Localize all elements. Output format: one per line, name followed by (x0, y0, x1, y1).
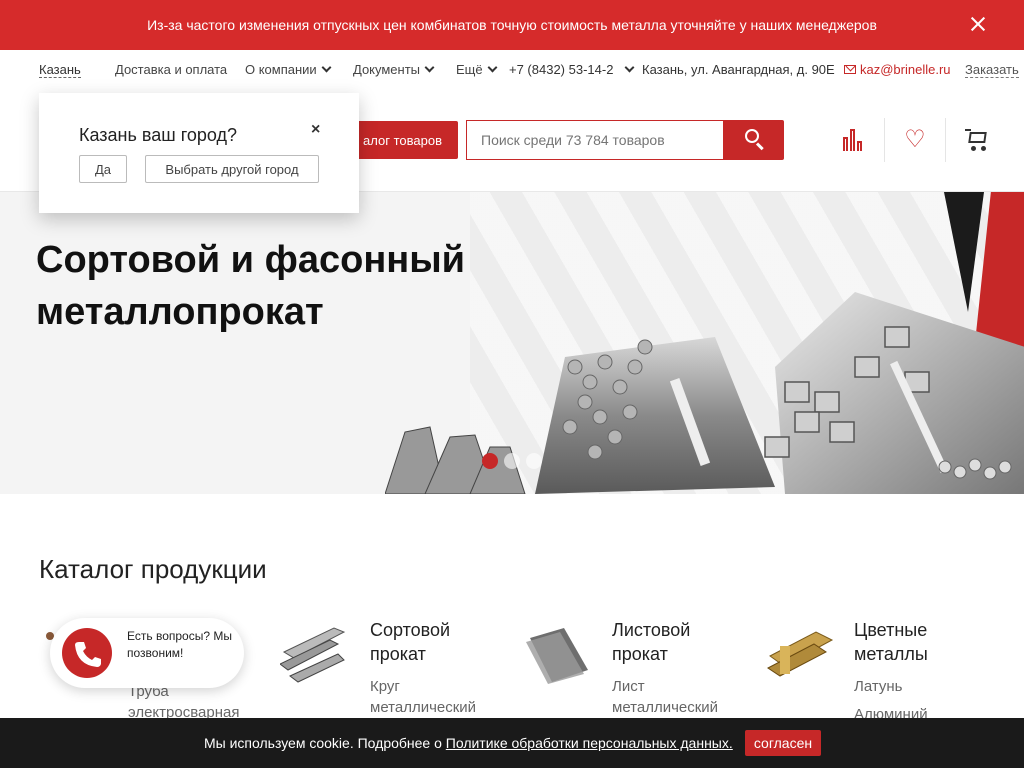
catalog-item-name: Цветные (854, 620, 928, 640)
compare-bar (857, 141, 862, 151)
order-call-link[interactable]: Заказать (965, 62, 1019, 78)
nav-address: Казань, ул. Авангардная, д. 90Е (642, 62, 835, 77)
phone-icon (75, 642, 101, 667)
compare-icon[interactable] (841, 127, 867, 153)
banner-text: Из-за частого изменения отпускных цен ко… (147, 17, 877, 33)
search-icon (745, 129, 759, 143)
catalog-item-name: прокат (612, 644, 668, 664)
divider (884, 118, 885, 162)
nav-delivery[interactable]: Доставка и оплата (115, 62, 227, 77)
cart-icon[interactable] (965, 127, 991, 153)
metal-products-image (385, 292, 1024, 494)
long-products-image (280, 627, 346, 683)
choose-other-city-button[interactable]: Выбрать другой город (145, 155, 319, 183)
callback-button[interactable] (62, 628, 112, 678)
catalog-item-name: Листовой (612, 620, 691, 640)
nav-more[interactable]: Ещё (456, 62, 498, 77)
chevron-down-icon (624, 62, 635, 73)
nav-more-label: Ещё (456, 62, 483, 77)
top-nav: Казань Доставка и оплата О компании Доку… (0, 50, 1024, 90)
city-confirm-popup: Казань ваш город? × Да Выбрать другой го… (39, 93, 359, 213)
hero-slider[interactable]: Сортовой и фасонный металлопрокат (0, 192, 1024, 494)
divider (945, 118, 946, 162)
catalog-item-sub[interactable]: Круг (370, 676, 400, 697)
favorites-heart-icon[interactable]: ♡ (902, 127, 928, 153)
slider-dot-2[interactable] (504, 453, 520, 469)
phone-dropdown[interactable] (620, 62, 635, 77)
popup-close-icon[interactable]: × (311, 121, 320, 139)
rebar-bundle (535, 337, 775, 494)
city-yes-button[interactable]: Да (79, 155, 127, 183)
cookie-agree-button[interactable]: согласен (745, 730, 821, 756)
nav-about-label: О компании (245, 62, 317, 77)
chevron-down-icon (487, 62, 498, 73)
privacy-policy-link[interactable]: Политике обработки персональных данных. (446, 735, 733, 751)
catalog-item-name: металлы (854, 644, 928, 664)
chevron-down-icon (321, 62, 332, 73)
cart-icon-wheel (981, 146, 986, 151)
top-banner: Из-за частого изменения отпускных цен ко… (0, 0, 1024, 50)
search-icon-handle (755, 142, 764, 151)
catalog-item-sub[interactable]: металлический (612, 697, 718, 718)
cart-icon-basket (968, 132, 987, 143)
hero-title-line1: Сортовой и фасонный (36, 239, 466, 281)
cart-icon-handle (965, 129, 971, 131)
chevron-down-icon (424, 62, 435, 73)
catalog-item-sub[interactable]: Латунь (854, 676, 903, 697)
profile-bundle (764, 292, 1024, 494)
banner-close-icon[interactable] (968, 14, 988, 34)
email-label: kaz@brinelle.ru (860, 62, 951, 77)
mail-icon (844, 65, 856, 74)
sheet-metal-image (526, 628, 588, 684)
search-button[interactable] (723, 120, 784, 160)
catalog-title: Каталог продукции (39, 554, 267, 584)
search-input[interactable] (466, 120, 724, 160)
callback-widget[interactable]: Есть вопросы? Мы позвоним! (50, 618, 244, 688)
cookie-bar: Мы используем cookie. Подробнее о Полити… (0, 718, 1024, 768)
city-question: Казань ваш город? (79, 125, 238, 145)
cart-icon-wheel (971, 146, 976, 151)
nav-about[interactable]: О компании (245, 62, 332, 77)
catalog-item-name: прокат (370, 644, 426, 664)
cookie-text: Мы используем cookie. Подробнее о (204, 735, 446, 751)
nav-phone[interactable]: +7 (8432) 53-14-2 (509, 62, 613, 77)
catalog-item-sub[interactable]: Лист (612, 676, 645, 697)
cookie-message: Мы используем cookie. Подробнее о Полити… (204, 735, 733, 751)
city-link[interactable]: Казань (39, 62, 81, 78)
catalog-item-name: Сортовой (370, 620, 451, 640)
nav-email[interactable]: kaz@brinelle.ru (844, 62, 951, 77)
compare-bar (850, 129, 855, 151)
nav-docs-label: Документы (353, 62, 421, 77)
callback-text: Есть вопросы? Мы позвоним! (127, 629, 232, 660)
compare-bar (843, 137, 848, 151)
hero-title-line2: металлопрокат (36, 291, 324, 333)
slider-dot-1[interactable] (482, 453, 498, 469)
nonferrous-metals-image (767, 631, 834, 677)
nav-docs[interactable]: Документы (353, 62, 435, 77)
slider-dots (482, 453, 542, 469)
slider-dot-3[interactable] (526, 453, 542, 469)
catalog-item-sub[interactable]: металлический (370, 697, 476, 718)
